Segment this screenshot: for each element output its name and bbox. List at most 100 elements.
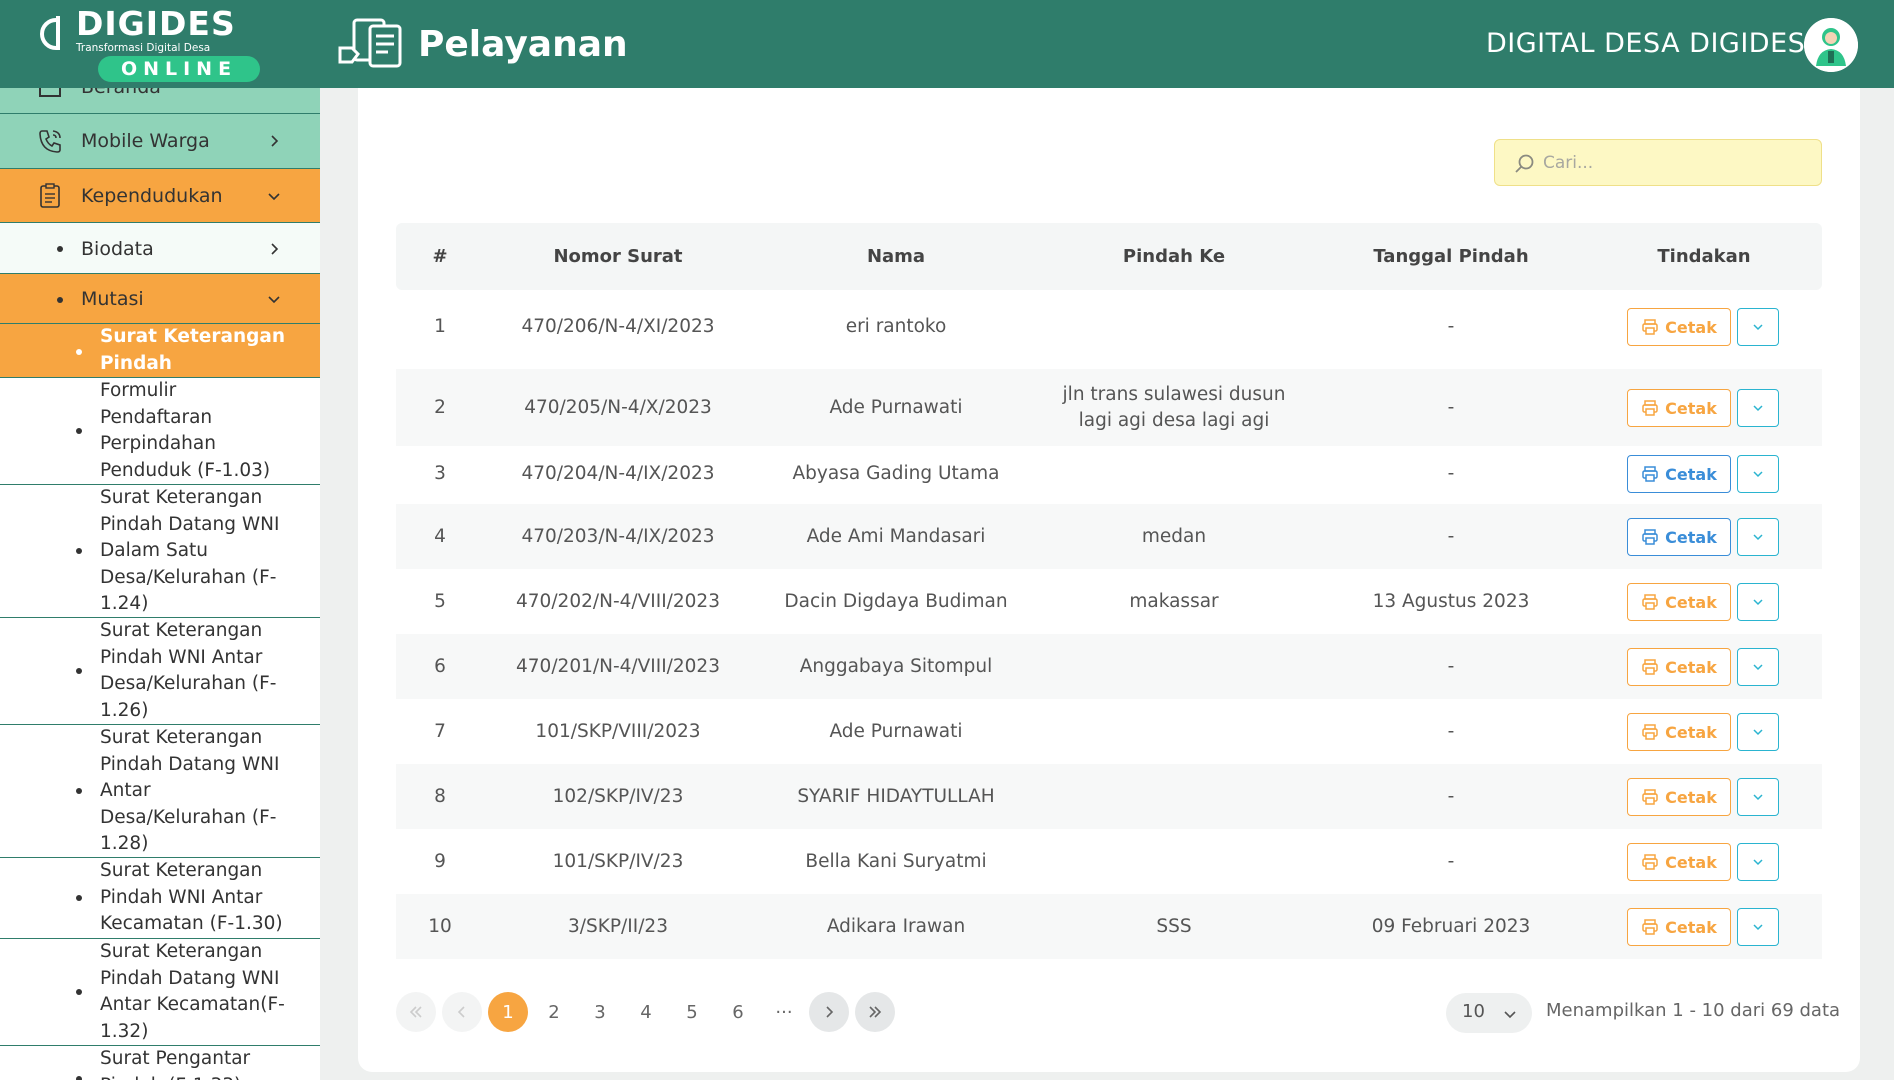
last-page-button[interactable] — [855, 992, 895, 1032]
print-button[interactable]: Cetak — [1627, 778, 1731, 816]
print-button-label: Cetak — [1665, 722, 1717, 742]
home-icon — [39, 88, 61, 97]
prev-page-button[interactable] — [442, 992, 482, 1032]
page-button-4[interactable]: 4 — [626, 992, 666, 1032]
sidebar-item-mobile-warga[interactable]: Mobile Warga — [0, 114, 320, 169]
row-options-button[interactable] — [1737, 518, 1779, 556]
row-options-button[interactable] — [1737, 455, 1779, 493]
sidebar-subitem-f128[interactable]: Surat Keterangan Pindah Datang WNI Antar… — [0, 725, 320, 858]
user-avatar-icon — [1804, 18, 1858, 72]
cell-nama: Dacin Digdaya Budiman — [784, 590, 1008, 612]
avatar[interactable] — [1804, 18, 1858, 72]
sidebar-item-biodata[interactable]: Biodata — [0, 223, 320, 274]
search-box[interactable] — [1494, 139, 1822, 186]
cell-nama: Ade Purnawati — [829, 720, 963, 742]
table-header: # Nomor Surat Nama Pindah Ke Tanggal Pin… — [396, 223, 1822, 290]
cell-tanggal-pindah: - — [1447, 655, 1455, 677]
print-button[interactable]: Cetak — [1627, 843, 1731, 881]
chevron-down-icon — [1753, 924, 1763, 931]
cell-pindah-ke — [1040, 634, 1308, 699]
row-options-button[interactable] — [1737, 843, 1779, 881]
sidebar-subitem-f130[interactable]: Surat Keterangan Pindah WNI Antar Kecama… — [0, 858, 320, 939]
row-options-button[interactable] — [1737, 713, 1779, 751]
search-input[interactable] — [1543, 148, 1807, 178]
column-header-tanggal-pindah[interactable]: Tanggal Pindah — [1308, 223, 1594, 290]
print-button[interactable]: Cetak — [1627, 648, 1731, 686]
row-options-button[interactable] — [1737, 648, 1779, 686]
table-row: 4 470/203/N-4/IX/2023 Ade Ami Mandasari med… — [396, 504, 1822, 569]
page-button-6[interactable]: 6 — [718, 992, 758, 1032]
row-options-button[interactable] — [1737, 308, 1779, 346]
table-row: 10 3/SKP/II/23 Adikara Irawan SSS 09 Februar… — [396, 894, 1822, 959]
print-button[interactable]: Cetak — [1627, 455, 1731, 493]
bullet-icon — [76, 668, 82, 674]
double-chevron-right-icon — [869, 1006, 882, 1018]
sidebar-item-beranda[interactable]: Beranda — [0, 88, 320, 114]
print-button[interactable]: Cetak — [1627, 908, 1731, 946]
sidebar-subitem-label: Formulir Pendaftaran Perpindahan Pendudu… — [100, 380, 271, 481]
cell-pindah-ke: jln trans sulawesi dusun lagi agi desa l… — [1062, 383, 1286, 431]
first-page-button[interactable] — [396, 992, 436, 1032]
table-row: 7 101/SKP/VIII/2023 Ade Purnawati - Cetak — [396, 699, 1822, 764]
print-button-label: Cetak — [1665, 398, 1717, 418]
cell-no: 3 — [434, 463, 446, 484]
sidebar-subitem-f133[interactable]: Surat Pengantar Pindah (F-1.33) — [0, 1046, 320, 1080]
top-header: DIGIDES Transformasi Digital Desa ONLINE… — [0, 0, 1894, 88]
cell-nama: Ade Ami Mandasari — [806, 525, 986, 547]
per-page-select[interactable]: 10 — [1446, 993, 1532, 1033]
table-row: 9 101/SKP/IV/23 Bella Kani Suryatmi - Cetak — [396, 829, 1822, 894]
page-button-1[interactable]: 1 — [488, 992, 528, 1032]
row-options-button[interactable] — [1737, 389, 1779, 427]
sidebar-item-mutasi[interactable]: Mutasi — [0, 274, 320, 324]
cell-tanggal-pindah: - — [1447, 850, 1455, 872]
cell-nomor-surat: 3/SKP/II/23 — [568, 915, 668, 937]
cell-no: 9 — [434, 850, 446, 872]
bullet-icon — [76, 349, 82, 355]
page-button-2[interactable]: 2 — [534, 992, 574, 1032]
chevron-down-icon — [1753, 729, 1763, 736]
printer-icon — [1642, 659, 1658, 675]
row-options-button[interactable] — [1737, 908, 1779, 946]
column-header-nomor-surat[interactable]: Nomor Surat — [484, 223, 752, 290]
sidebar-subitem-f126[interactable]: Surat Keterangan Pindah WNI Antar Desa/K… — [0, 618, 320, 725]
cell-nomor-surat: 102/SKP/IV/23 — [552, 785, 684, 807]
sidebar-item-label: Mobile Warga — [81, 130, 210, 152]
chevron-down-icon — [1753, 859, 1763, 866]
table-row: 6 470/201/N-4/VIII/2023 Anggabaya Sitompul… — [396, 634, 1822, 699]
column-header-no[interactable]: # — [396, 223, 484, 290]
row-options-button[interactable] — [1737, 778, 1779, 816]
sidebar-subitem-f132[interactable]: Surat Keterangan Pindah Datang WNI Antar… — [0, 939, 320, 1046]
column-header-nama[interactable]: Nama — [752, 223, 1040, 290]
print-button[interactable]: Cetak — [1627, 583, 1731, 621]
cell-nomor-surat: 470/206/N-4/XI/2023 — [521, 315, 715, 337]
chevron-down-icon — [1753, 599, 1763, 606]
sidebar-subitem-f124[interactable]: Surat Keterangan Pindah Datang WNI Dalam… — [0, 485, 320, 618]
print-button[interactable]: Cetak — [1627, 518, 1731, 556]
chevron-down-icon — [1504, 1011, 1516, 1019]
cell-nama: Anggabaya Sitompul — [799, 655, 993, 677]
cell-nomor-surat: 470/203/N-4/IX/2023 — [521, 525, 715, 547]
column-header-pindah-ke[interactable]: Pindah Ke — [1040, 223, 1308, 290]
next-page-button[interactable] — [809, 992, 849, 1032]
printer-icon — [1642, 400, 1658, 416]
row-options-button[interactable] — [1737, 583, 1779, 621]
print-button[interactable]: Cetak — [1627, 389, 1731, 427]
cell-no: 1 — [434, 315, 446, 337]
page-button-3[interactable]: 3 — [580, 992, 620, 1032]
sidebar-item-kependudukan[interactable]: Kependudukan — [0, 169, 320, 223]
logo[interactable]: DIGIDES Transformasi Digital Desa ONLINE — [34, 4, 260, 84]
cell-nomor-surat: 470/201/N-4/VIII/2023 — [516, 655, 720, 677]
cell-tanggal-pindah: - — [1447, 720, 1455, 742]
page-button-5[interactable]: 5 — [672, 992, 712, 1032]
sidebar-item-label: Beranda — [81, 88, 161, 100]
bullet-icon — [76, 895, 82, 901]
table-row: 3 470/204/N-4/IX/2023 Abyasa Gading Utama -… — [396, 439, 1822, 509]
sidebar-subitem-f103[interactable]: Formulir Pendaftaran Perpindahan Pendudu… — [0, 378, 320, 485]
sidebar-item-label: Biodata — [81, 238, 154, 260]
sidebar-subitem-label: Surat Keterangan Pindah Datang WNI Antar… — [100, 727, 280, 854]
sidebar-subitem-surat-keterangan-pindah[interactable]: Surat Keterangan Pindah — [0, 324, 320, 378]
print-button[interactable]: Cetak — [1627, 713, 1731, 751]
org-name: DIGITAL DESA DIGIDES — [1486, 28, 1806, 59]
chevron-left-icon — [457, 1006, 465, 1018]
print-button[interactable]: Cetak — [1627, 308, 1731, 346]
